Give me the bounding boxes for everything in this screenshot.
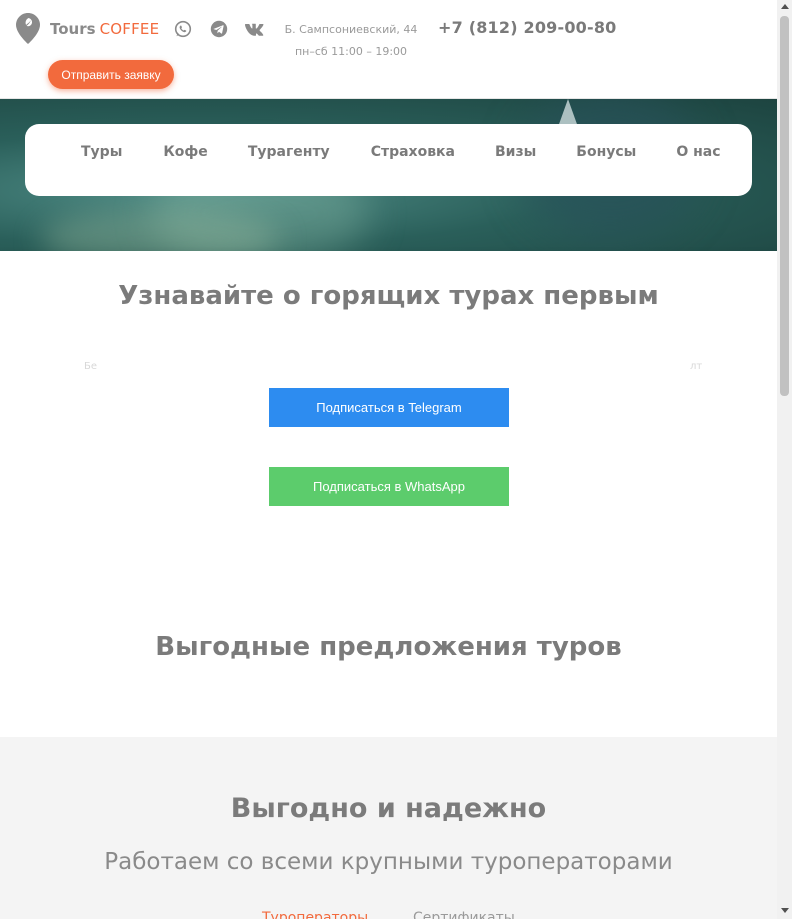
send-request-button[interactable]: Отправить заявку xyxy=(48,60,174,89)
nav-item-bonuses[interactable]: Бонусы xyxy=(576,144,636,160)
offers-section: Выгодные предложения туров xyxy=(0,576,777,737)
working-hours: пн–сб 11:00 – 19:00 xyxy=(294,45,408,58)
phone-link[interactable]: +7 (812) 209-00-80 xyxy=(438,18,617,37)
address-block: Б. Сампсониевский, 44 пн–сб 11:00 – 19:0… xyxy=(282,19,420,63)
telegram-icon[interactable] xyxy=(209,19,229,39)
vk-icon[interactable] xyxy=(245,19,265,39)
main-nav: Туры Кофе Турагенту Страховка Визы Бонус… xyxy=(25,124,752,196)
subscribe-telegram-button[interactable]: Подписаться в Telegram xyxy=(269,388,509,427)
reliable-title: Выгодно и надежно xyxy=(230,793,547,824)
subscribe-title: Узнавайте о горящих турах первым xyxy=(118,281,659,311)
nav-item-tours[interactable]: Туры xyxy=(81,144,122,160)
scroll-down-arrow-icon[interactable] xyxy=(781,908,789,913)
tab-tour-operators[interactable]: Туроператоры xyxy=(262,910,368,919)
nav-item-visas[interactable]: Визы xyxy=(495,144,536,160)
scroll-up-arrow-icon[interactable] xyxy=(781,4,789,9)
nav-item-coffee[interactable]: Кофе xyxy=(163,144,207,160)
reliable-section: Выгодно и надежно Работаем со всеми круп… xyxy=(0,737,777,919)
scrollbar-thumb[interactable] xyxy=(780,16,789,396)
address-street: Б. Сампсониевский, 44 xyxy=(284,23,418,36)
social-links xyxy=(173,19,265,39)
whatsapp-icon[interactable] xyxy=(173,19,193,39)
nav-item-about[interactable]: О нас xyxy=(676,144,720,160)
logo-word-tours: Tours xyxy=(50,19,96,38)
page-scrollbar[interactable] xyxy=(777,0,792,919)
faint-text-left: Бе xyxy=(84,361,98,372)
nav-item-insurance[interactable]: Страховка xyxy=(371,144,455,160)
nav-item-agents[interactable]: Турагенту xyxy=(248,144,330,160)
subscribe-whatsapp-button[interactable]: Подписаться в WhatsApp xyxy=(269,467,509,506)
subscribe-section: Узнавайте о горящих турах первым Бе лт П… xyxy=(0,251,777,576)
site-header: Tours COFFEE Б. Сампсониевский, 44 пн–сб… xyxy=(0,0,777,99)
tab-certificates[interactable]: Сертификаты xyxy=(413,910,515,919)
logo[interactable]: Tours COFFEE xyxy=(16,13,159,44)
page: Tours COFFEE Б. Сампсониевский, 44 пн–сб… xyxy=(0,0,777,919)
logo-word-coffee: COFFEE xyxy=(99,19,160,38)
offers-title: Выгодные предложения туров xyxy=(155,632,622,662)
reliable-subtitle: Работаем со всеми крупными туроператорам… xyxy=(104,849,673,875)
faint-text-right: лт xyxy=(690,361,703,372)
map-pin-icon xyxy=(16,13,40,44)
